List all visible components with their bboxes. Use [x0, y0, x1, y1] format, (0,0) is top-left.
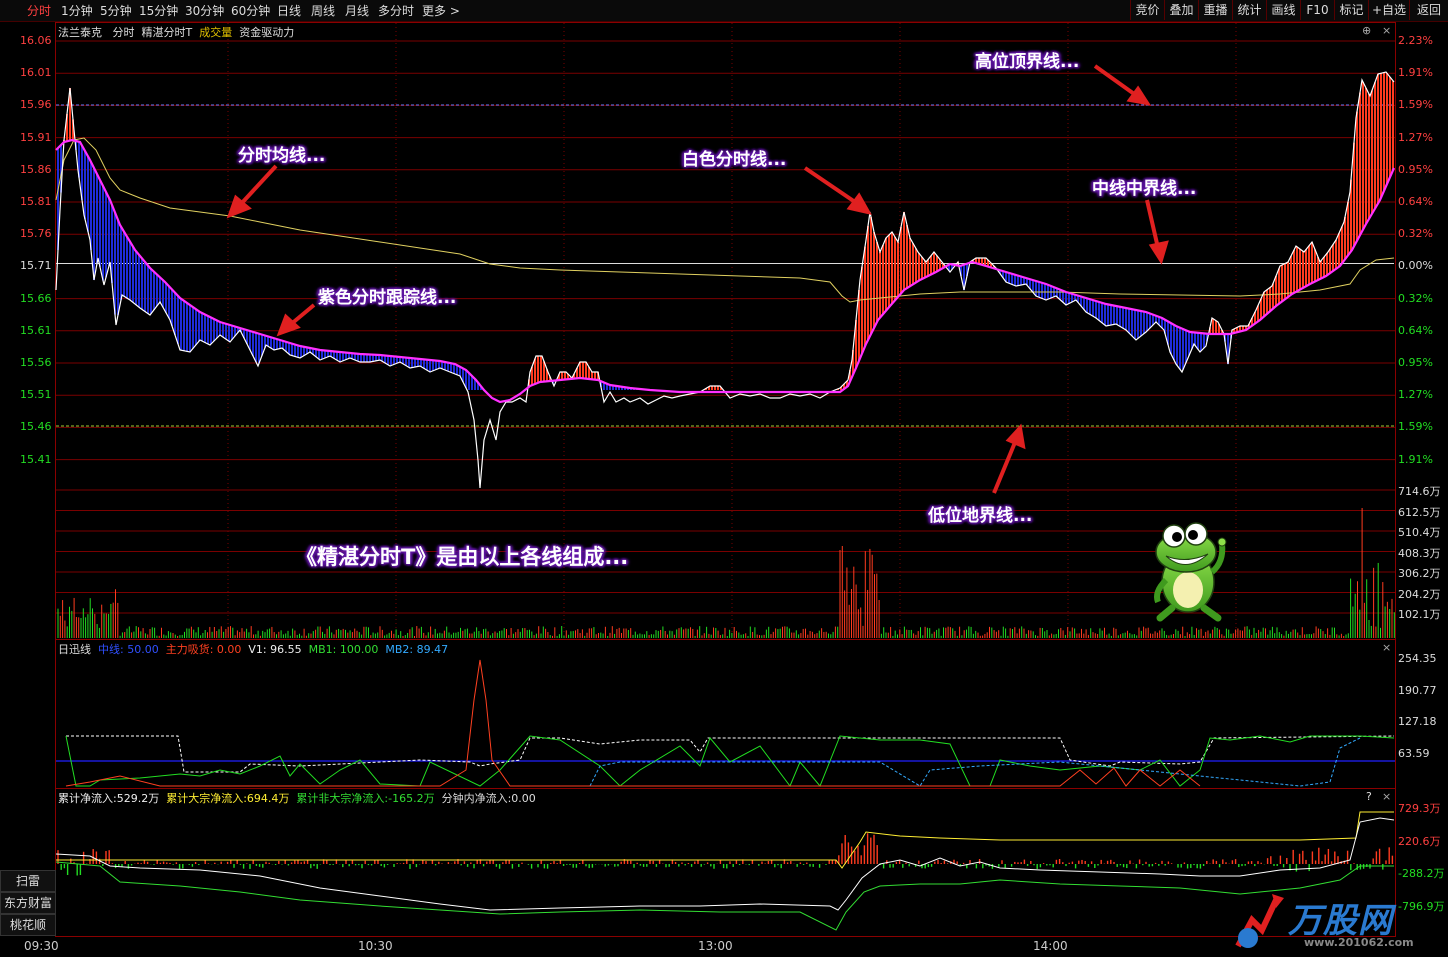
indicator-header: 日迅线 中线: 50.00 主力吸货: 0.00 V1: 96.55 MB1: …	[58, 641, 448, 657]
label-timeshare[interactable]: 分时	[113, 26, 135, 39]
price-tick: 15.86	[20, 162, 52, 176]
percent-tick: 1.59%	[1398, 420, 1433, 434]
indicator-tick: 190.77	[1398, 683, 1437, 697]
flow-cum-block: 累计大宗净流入:694.4万	[166, 792, 290, 805]
price-tick: 15.41	[20, 452, 52, 466]
volume-tick: 306.2万	[1398, 567, 1441, 580]
panel-settings-icon[interactable]: ⊕	[1362, 24, 1371, 37]
percent-tick: 1.27%	[1398, 388, 1433, 402]
percent-tick: 0.00%	[1398, 259, 1433, 273]
main-absorb-line	[65, 659, 1201, 787]
percent-tick: 0.95%	[1398, 162, 1433, 176]
percent-tick: 0.64%	[1398, 195, 1433, 208]
time-label-1300: 13:00	[698, 939, 733, 953]
flow-tick: 220.6万	[1398, 834, 1441, 848]
indicator-mid: 中线: 50.00	[98, 643, 159, 656]
side-button-taohuashun[interactable]: 桃花顺	[0, 914, 56, 936]
callout-white-line: 白色分时线...	[682, 150, 787, 170]
stock-name: 法兰泰克	[58, 26, 102, 39]
volume-tick: 102.1万	[1398, 608, 1441, 621]
percent-tick: 0.95%	[1398, 356, 1433, 369]
percent-tick: 1.59%	[1398, 98, 1433, 112]
flow-tick: 729.3万	[1398, 802, 1441, 815]
volume-tick: 204.2万	[1398, 587, 1441, 601]
price-tick: 15.46	[20, 420, 52, 434]
price-tick: 16.06	[20, 34, 52, 47]
watermark-logo	[1235, 894, 1284, 948]
price-tick: 15.91	[20, 130, 52, 144]
label-indicator[interactable]: 精湛分时T	[142, 26, 193, 39]
chart-canvas	[55, 22, 1396, 948]
flow-help-icon[interactable]: ?	[1366, 790, 1372, 803]
callout-high-line: 高位顶界线...	[975, 52, 1080, 72]
price-tick: 15.76	[20, 227, 52, 241]
price-tick: 15.61	[20, 323, 52, 337]
callout-low-line: 低位地界线...	[928, 506, 1033, 526]
flow-cum-nonblock: 累计非大宗净流入:-165.2万	[296, 792, 435, 805]
callout-mid-line: 中线中界线...	[1092, 179, 1197, 199]
volume-tick: 510.4万	[1398, 526, 1441, 539]
volume-tick: 714.6万	[1398, 485, 1441, 498]
callout-purple-line: 紫色分时跟踪线...	[318, 288, 457, 308]
panel-close-icon[interactable]: ×	[1382, 24, 1391, 37]
side-button-eastmoney[interactable]: 东方财富	[0, 892, 56, 914]
flow-tick: -796.9万	[1398, 899, 1445, 913]
price-tick: 15.51	[20, 388, 52, 402]
indicator-close-icon[interactable]: ×	[1382, 641, 1391, 654]
side-button-minesweep[interactable]: 扫雷	[0, 870, 56, 892]
frog-mascot	[1154, 522, 1227, 622]
percent-tick: 1.91%	[1398, 452, 1433, 466]
percent-tick: 1.91%	[1398, 66, 1433, 80]
nonblock-flow-line	[55, 861, 1394, 931]
v1-line	[66, 735, 1395, 773]
price-tick: 15.71	[20, 259, 52, 273]
percent-tick: 0.64%	[1398, 323, 1433, 337]
percent-tick: 1.27%	[1398, 130, 1433, 144]
indicator-tick: 127.18	[1398, 715, 1437, 728]
indicator-main-absorb: 主力吸货: 0.00	[165, 643, 242, 656]
flow-tick: -288.2万	[1398, 867, 1445, 880]
callout-arrows	[226, 64, 1169, 494]
time-label-1030: 10:30	[358, 939, 393, 953]
price-tick: 15.56	[20, 356, 52, 369]
percent-tick: 0.32%	[1398, 291, 1433, 305]
main-panel-header: 法兰泰克 分时 精湛分时T 成交量 资金驱动力	[58, 24, 294, 40]
flow-minute-inflow: 分钟内净流入:0.00	[441, 792, 536, 805]
callout-avg-line: 分时均线...	[238, 146, 326, 166]
label-fund-drive[interactable]: 资金驱动力	[239, 26, 294, 39]
indicator-tick: 63.59	[1398, 746, 1430, 760]
volume-tick: 408.3万	[1398, 546, 1441, 560]
watermark-name: 万股网	[1288, 901, 1393, 941]
indicator-tick: 254.35	[1398, 652, 1437, 665]
flow-cum-inflow: 累计净流入:529.2万	[58, 792, 160, 805]
indicator-name[interactable]: 日迅线	[58, 643, 91, 656]
label-volume[interactable]: 成交量	[199, 26, 232, 39]
block-flow-line	[56, 811, 1394, 869]
callout-summary: 《精湛分时T》是由以上各线组成...	[296, 545, 629, 569]
indicator-mb2: MB2: 89.47	[385, 643, 449, 656]
percent-tick: 0.32%	[1398, 227, 1433, 241]
indicator-v1: V1: 96.55	[248, 643, 302, 656]
price-tick: 15.96	[20, 98, 52, 112]
price-tick: 15.81	[20, 195, 52, 208]
flow-close-icon[interactable]: ×	[1382, 790, 1391, 803]
time-label-1400: 14:00	[1033, 939, 1068, 953]
flow-header: 累计净流入:529.2万 累计大宗净流入:694.4万 累计非大宗净流入:-16…	[58, 790, 536, 806]
volume-tick: 612.5万	[1398, 505, 1441, 519]
price-tick: 16.01	[20, 66, 52, 80]
indicator-mb1: MB1: 100.00	[308, 643, 379, 656]
price-tick: 15.66	[20, 291, 52, 305]
watermark-url: www.201062.com	[1304, 936, 1414, 949]
time-label-0930: 09:30	[24, 939, 59, 953]
percent-tick: 2.23%	[1398, 34, 1433, 47]
mb2-line	[589, 737, 1361, 787]
